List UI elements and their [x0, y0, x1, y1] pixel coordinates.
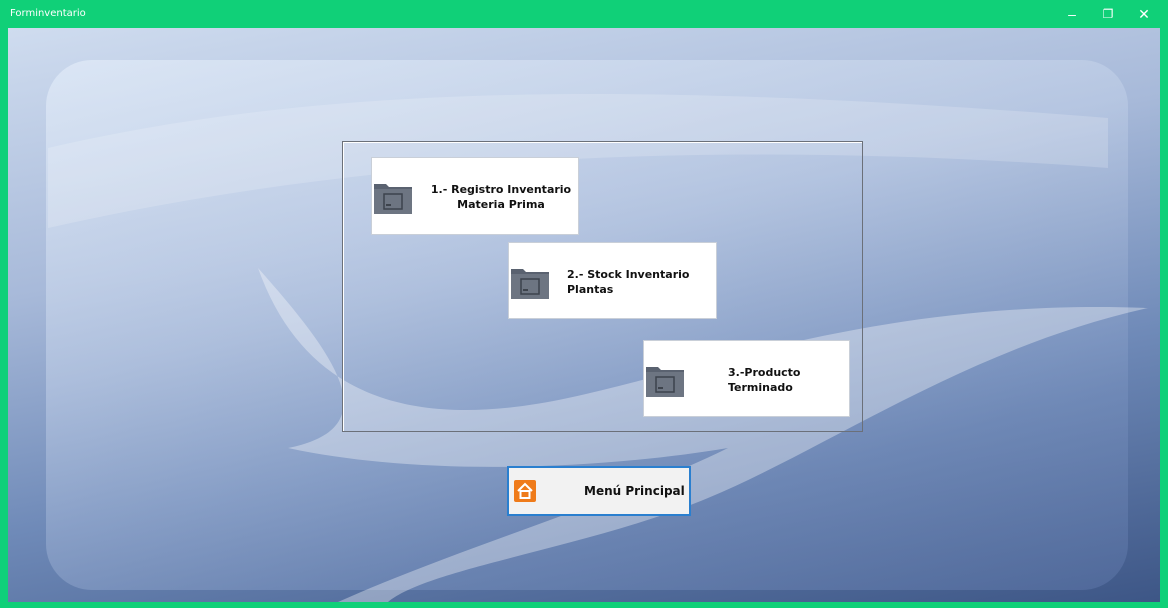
folder-icon [646, 367, 684, 397]
tile-label: 1.- Registro Inventario Materia Prima [430, 183, 572, 211]
close-button[interactable]: ✕ [1126, 0, 1162, 28]
home-icon [514, 480, 536, 502]
menu-principal-label: Menú Principal [584, 484, 685, 498]
tile-label: 2.- Stock Inventario Plantas [567, 268, 690, 296]
registro-inventario-button[interactable]: 1.- Registro Inventario Materia Prima [371, 157, 579, 235]
producto-terminado-button[interactable]: 3.-Producto Terminado [643, 340, 850, 417]
folder-icon [374, 184, 412, 214]
title-bar[interactable]: Forminventario – ❐ ✕ [0, 0, 1168, 28]
app-window: Forminventario – ❐ ✕ 1.- Registro Invent… [0, 0, 1168, 608]
form-background: 1.- Registro Inventario Materia Prima 2.… [8, 28, 1160, 602]
window-title: Forminventario [10, 8, 86, 19]
minimize-button[interactable]: – [1054, 0, 1090, 28]
window-bottom-border [0, 602, 1168, 608]
options-group-box: 1.- Registro Inventario Materia Prima 2.… [342, 141, 863, 432]
folder-icon [511, 269, 549, 299]
tile-label: 3.-Producto Terminado [728, 366, 801, 394]
menu-principal-button[interactable]: Menú Principal [507, 466, 691, 516]
stock-inventario-button[interactable]: 2.- Stock Inventario Plantas [508, 242, 717, 319]
restore-button[interactable]: ❐ [1090, 0, 1126, 28]
